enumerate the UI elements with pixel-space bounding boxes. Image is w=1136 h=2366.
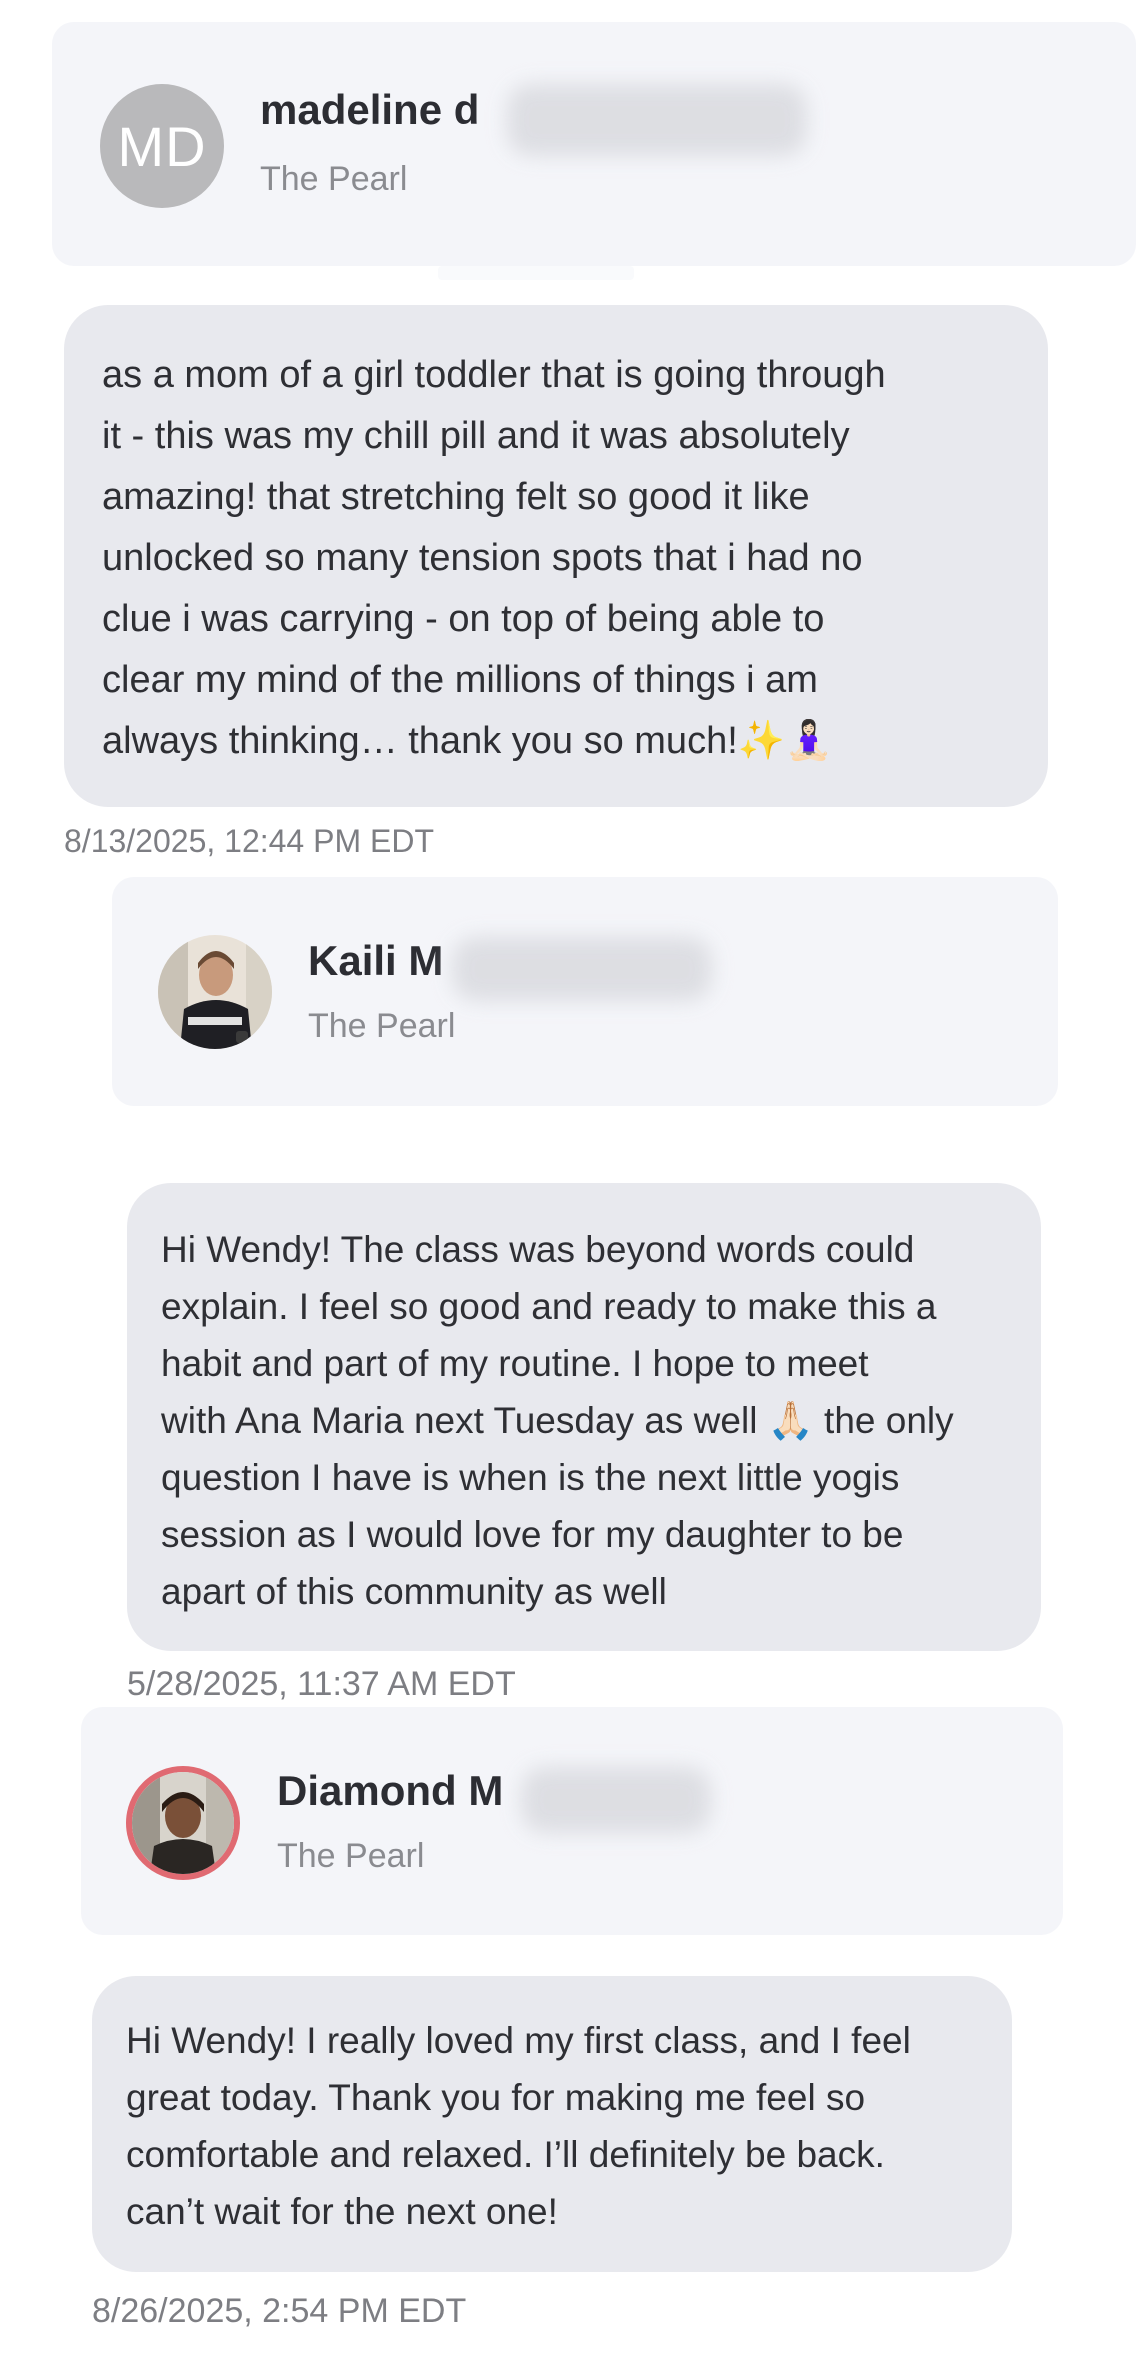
- author-name: Kaili M: [308, 937, 444, 984]
- avatar: MD: [100, 84, 224, 208]
- studio-location: The Pearl: [277, 1837, 425, 1875]
- studio-location: The Pearl: [260, 160, 408, 198]
- review-header-card[interactable]: Diamond M The Pearl: [81, 1707, 1063, 1935]
- message-bubble: as a mom of a girl toddler that is going…: [64, 305, 1048, 807]
- message-bubble: Hi Wendy! The class was beyond words cou…: [127, 1183, 1041, 1651]
- redacted-surname: [507, 84, 807, 156]
- timestamp: 8/26/2025, 2:54 PM EDT: [92, 2292, 467, 2330]
- profile-photo-icon: [158, 935, 272, 1049]
- review-header-card[interactable]: MD madeline d The Pearl: [52, 22, 1136, 266]
- review-header-card[interactable]: Kaili M The Pearl: [112, 877, 1058, 1106]
- divider: [438, 266, 634, 280]
- redacted-surname: [521, 1767, 711, 1833]
- message-text: Hi Wendy! I really loved my first class,…: [126, 2020, 911, 2232]
- author-name: Diamond M: [277, 1767, 504, 1814]
- redacted-surname: [452, 937, 712, 1001]
- message-text: Hi Wendy! The class was beyond words cou…: [161, 1229, 954, 1612]
- message-text: as a mom of a girl toddler that is going…: [102, 354, 886, 762]
- timestamp: 5/28/2025, 11:37 AM EDT: [127, 1665, 516, 1703]
- author-name: madeline d: [260, 86, 480, 133]
- message-bubble: Hi Wendy! I really loved my first class,…: [92, 1976, 1012, 2272]
- profile-photo-icon: [126, 1766, 240, 1880]
- studio-location: The Pearl: [308, 1007, 456, 1045]
- timestamp: 8/13/2025, 12:44 PM EDT: [64, 823, 434, 857]
